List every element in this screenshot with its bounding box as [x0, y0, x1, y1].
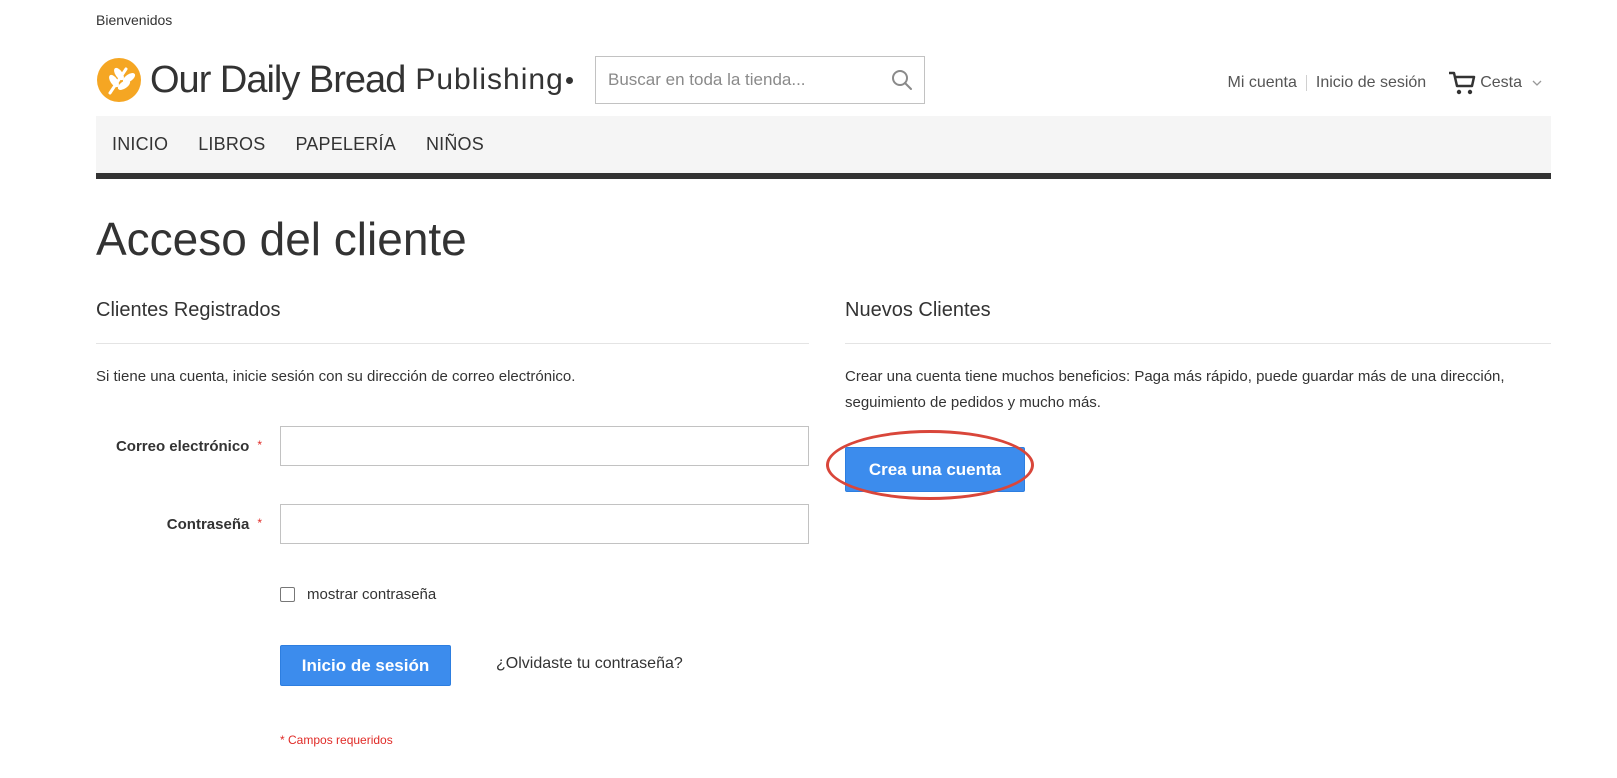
password-label-text: Contraseña	[166, 516, 250, 533]
email-label: Correo electrónico *	[96, 438, 262, 455]
brand-dot	[565, 76, 573, 84]
new-customers-title: Nuevos Clientes	[845, 299, 991, 321]
brand-logo[interactable]: Our Daily Bread Publishing	[96, 55, 573, 105]
brand-name: Our Daily Bread	[150, 59, 406, 101]
cart-icon	[1449, 71, 1476, 95]
password-field[interactable]	[280, 504, 809, 544]
welcome-text: Bienvenidos	[96, 12, 173, 28]
signin-button[interactable]: Inicio de sesión	[280, 645, 451, 686]
search-icon[interactable]	[890, 68, 914, 92]
header-links: Mi cuenta Inicio de sesión Cesta	[1228, 70, 1542, 96]
cart-button[interactable]: Cesta	[1448, 70, 1542, 96]
chevron-down-icon	[1532, 80, 1542, 86]
show-password-option[interactable]: mostrar contraseña	[280, 586, 436, 603]
signin-link[interactable]: Inicio de sesión	[1316, 74, 1426, 92]
cart-label: Cesta	[1480, 74, 1522, 91]
nav-item-ninos[interactable]: NIÑOS	[426, 134, 484, 155]
nav-item-libros[interactable]: LIBROS	[198, 134, 265, 155]
search-input[interactable]	[596, 57, 878, 103]
required-mark: *	[257, 516, 262, 530]
forgot-password-link[interactable]: ¿Olvidaste tu contraseña?	[496, 655, 683, 673]
password-label: Contraseña *	[96, 516, 262, 533]
link-divider	[1305, 75, 1307, 91]
create-account-button[interactable]: Crea una cuenta	[845, 447, 1025, 492]
new-customers-intro: Crear una cuenta tiene muchos beneficios…	[845, 368, 1505, 411]
registered-intro: Si tiene una cuenta, inicie sesión con s…	[96, 368, 576, 385]
required-fields-note: * Campos requeridos	[280, 733, 393, 747]
registered-title: Clientes Registrados	[96, 299, 281, 321]
email-label-text: Correo electrónico	[115, 438, 250, 455]
search-box	[595, 56, 925, 104]
nav-item-papeleria[interactable]: PAPELERÍA	[295, 134, 396, 155]
new-customers-divider	[845, 343, 1551, 344]
brand-suffix: Publishing	[415, 63, 564, 96]
required-mark: *	[257, 438, 262, 452]
main-nav: INICIO LIBROS PAPELERÍA NIÑOS	[96, 116, 1551, 179]
show-password-checkbox[interactable]	[280, 587, 295, 602]
registered-divider	[96, 343, 809, 344]
page-title: Acceso del cliente	[96, 213, 467, 265]
email-field[interactable]	[280, 426, 809, 466]
wheat-logo-icon	[97, 58, 141, 102]
show-password-label: mostrar contraseña	[307, 586, 437, 603]
nav-item-inicio[interactable]: INICIO	[112, 134, 168, 155]
my-account-link[interactable]: Mi cuenta	[1228, 74, 1297, 92]
